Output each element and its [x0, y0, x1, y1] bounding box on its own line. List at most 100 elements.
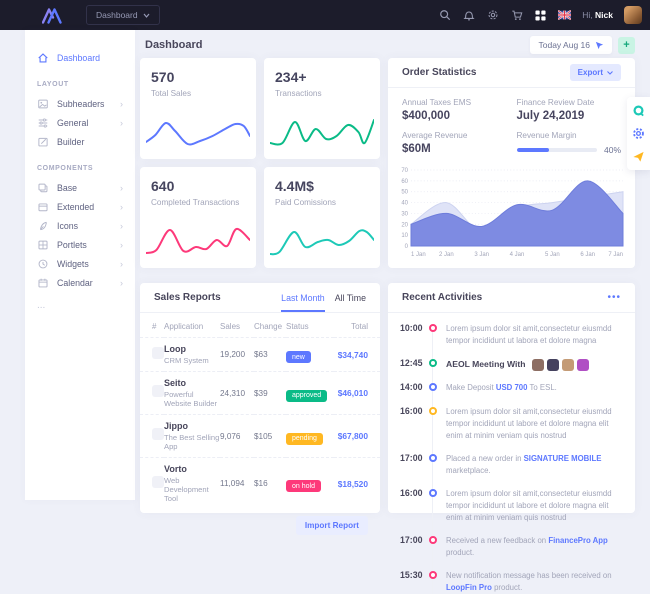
sidebar-item-label: Calendar: [57, 278, 93, 288]
chevron-right-icon: ›: [120, 202, 123, 212]
cart-icon[interactable]: [510, 9, 523, 22]
activity-dot: [429, 489, 437, 497]
sidebar-more-indicator: ...: [25, 292, 135, 311]
send-icon[interactable]: [632, 150, 645, 163]
sidebar-item-label: Widgets: [57, 259, 89, 269]
status-badge: approved: [286, 390, 327, 402]
stat-value: 640: [151, 178, 245, 194]
metric-finance-review-date: Finance Review Date July 24,2019: [517, 98, 622, 122]
sidebar-item-icons[interactable]: Icons›: [25, 216, 135, 235]
cursor-icon: [595, 41, 604, 50]
sidebar-item-base[interactable]: Base›: [25, 178, 135, 197]
import-report-button[interactable]: Import Report: [296, 516, 368, 535]
activity-item: 12:45 AEOL Meeting With: [400, 358, 623, 371]
page-title: Dashboard: [145, 39, 202, 51]
row-checkbox[interactable]: [152, 347, 164, 359]
activity-link[interactable]: USD 700: [496, 383, 528, 392]
language-flag-uk-icon[interactable]: [558, 9, 571, 22]
sidebar-item-label: Subheaders: [57, 99, 104, 109]
svg-text:70: 70: [401, 168, 408, 174]
stat-card-total-sales: 570 Total Sales: [140, 58, 256, 159]
app-logo[interactable]: [42, 7, 64, 24]
stat-label: Total Sales: [151, 89, 245, 98]
sparkline-chart: [270, 114, 374, 154]
activity-dot: [429, 536, 437, 544]
tab-last-month[interactable]: Last Month: [281, 284, 325, 312]
status-badge: new: [286, 351, 311, 363]
support-gear-icon[interactable]: [632, 127, 645, 140]
activity-link[interactable]: SIGNATURE MOBILE: [524, 454, 602, 463]
chevron-right-icon: ›: [120, 278, 123, 288]
activity-dot: [429, 454, 437, 462]
settings-gear-icon[interactable]: [486, 9, 499, 22]
sidebar-item-builder[interactable]: Builder: [25, 132, 135, 151]
svg-text:1 Jan: 1 Jan: [411, 252, 426, 258]
metric-average-revenue: Average Revenue $60M: [402, 131, 507, 155]
export-button[interactable]: Export: [570, 64, 621, 81]
metric-label: Finance Review Date: [517, 98, 622, 107]
chevron-down-icon: [143, 13, 150, 18]
sales-value: 11,094: [220, 458, 254, 510]
change-value: $39: [254, 372, 286, 415]
apps-grid-icon[interactable]: [534, 9, 547, 22]
sidebar-item-subheaders[interactable]: Subheaders›: [25, 94, 135, 113]
app-name: Jippo: [164, 421, 220, 431]
sidebar-item-calendar[interactable]: Calendar ›: [25, 273, 135, 292]
metric-label: Average Revenue: [402, 131, 507, 140]
activity-dot: [429, 383, 437, 391]
chevron-down-icon: [607, 71, 613, 75]
svg-text:50: 50: [401, 190, 408, 196]
quick-actions-panel: [627, 97, 650, 170]
sales-value: 19,200: [220, 338, 254, 372]
sidebar-item-extended[interactable]: Extended›: [25, 197, 135, 216]
svg-text:5 Jan: 5 Jan: [545, 252, 560, 258]
notifications-icon[interactable]: [462, 9, 475, 22]
page-selector[interactable]: Dashboard: [86, 5, 160, 25]
svg-text:6 Jan: 6 Jan: [580, 252, 595, 258]
avatar: [547, 359, 559, 371]
svg-text:0: 0: [405, 244, 409, 250]
chevron-right-icon: ›: [120, 118, 123, 128]
activity-time: 17:00: [400, 453, 426, 463]
stat-label: Transactions: [275, 89, 369, 98]
activity-link[interactable]: LoopFin Pro: [446, 583, 492, 592]
sidebar-item-widgets[interactable]: Widgets›: [25, 254, 135, 273]
stat-label: Paid Comissions: [275, 198, 369, 207]
user-name: Nick: [595, 10, 613, 20]
stat-card-completed-transactions: 640 Completed Transactions: [140, 167, 256, 268]
svg-text:7 Jan: 7 Jan: [608, 252, 623, 258]
more-menu-icon[interactable]: •••: [607, 292, 621, 303]
activity-time: 16:00: [400, 488, 426, 498]
app-name: Seito: [164, 378, 220, 388]
revenue-margin-percent: 40%: [604, 145, 621, 155]
sparkline-chart: [146, 223, 250, 263]
chevron-right-icon: ›: [120, 240, 123, 250]
sidebar-item-portlets[interactable]: Portlets ›: [25, 235, 135, 254]
row-checkbox[interactable]: [152, 476, 164, 488]
row-checkbox[interactable]: [152, 385, 164, 397]
app-desc: Web Development Tool: [164, 476, 220, 503]
add-button[interactable]: +: [618, 37, 635, 54]
edit-square-icon: [37, 136, 49, 148]
date-picker-button[interactable]: Today Aug 16: [530, 36, 612, 54]
chat-icon[interactable]: [632, 104, 645, 117]
activity-link[interactable]: FinancePro App: [548, 536, 608, 545]
table-row: LoopCRM System 19,200 $63 new $34,740: [140, 338, 380, 372]
total-value: $67,800: [334, 415, 380, 458]
content-header: Dashboard Today Aug 16 +: [145, 36, 635, 54]
tab-all-time[interactable]: All Time: [335, 284, 366, 312]
stat-card-transactions: 234+ Transactions: [264, 58, 380, 159]
row-checkbox[interactable]: [152, 428, 164, 440]
user-avatar[interactable]: [624, 6, 642, 24]
activity-time: 15:30: [400, 570, 426, 580]
revenue-margin-progressbar: [517, 148, 597, 152]
activity-time: 10:00: [400, 323, 426, 333]
svg-text:30: 30: [401, 211, 408, 217]
svg-text:3 Jan: 3 Jan: [474, 252, 489, 258]
sidebar-item-dashboard[interactable]: Dashboard: [25, 48, 135, 67]
sidebar-item-general[interactable]: General ›: [25, 113, 135, 132]
sidebar-item-label: Portlets: [57, 240, 87, 250]
search-icon[interactable]: [438, 9, 451, 22]
sales-reports-table: # Application Sales Change Status Total …: [140, 315, 380, 509]
sidebar-item-label: General: [57, 118, 88, 128]
